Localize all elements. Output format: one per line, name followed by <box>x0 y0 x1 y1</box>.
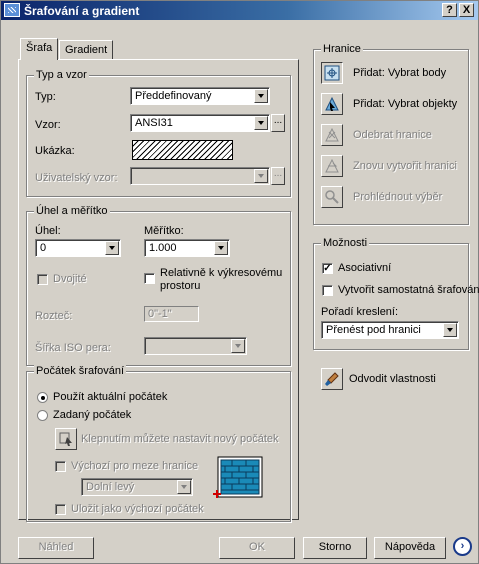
vychozi-checkbox[interactable] <box>55 461 66 472</box>
poradi-label: Pořadí kreslení: <box>321 306 399 318</box>
tab-srafa[interactable]: Šrafa <box>20 38 59 60</box>
vzor-select[interactable]: ANSI31 <box>130 114 270 132</box>
pouzit-label: Použít aktuální počátek <box>53 391 168 403</box>
magnifier-icon <box>325 190 339 204</box>
roztec-input[interactable]: 0"-1" <box>144 306 199 322</box>
chevron-down-icon[interactable] <box>231 339 245 353</box>
pridat-body-label: Přidat: Vybrat body <box>353 67 447 79</box>
chevron-down-icon[interactable] <box>254 169 268 183</box>
ok-button[interactable]: OK <box>219 537 295 559</box>
chevron-down-icon[interactable] <box>254 89 268 103</box>
group-label: Typ a vzor <box>34 69 89 81</box>
chevron-down-icon[interactable] <box>443 323 457 337</box>
typ-label: Typ: <box>35 91 56 103</box>
samostatna-label: Vytvořit samostatná šrafování <box>338 284 479 296</box>
pick-point-icon <box>59 432 72 446</box>
set-origin-button[interactable] <box>55 428 77 450</box>
typ-select[interactable]: Předdefinovaný <box>130 87 270 105</box>
vychozi-label: Výchozí pro meze hranice <box>71 460 199 472</box>
hatch-sample-preview[interactable] <box>132 140 233 160</box>
relativne-checkbox[interactable] <box>144 273 155 284</box>
asociativni-label: Asociativní <box>338 262 392 274</box>
help-title-button[interactable]: ? <box>442 3 457 17</box>
group-label: Možnosti <box>321 237 370 249</box>
recreate-boundary-icon <box>325 158 339 173</box>
app-icon <box>4 3 20 17</box>
samostatna-checkbox[interactable] <box>322 285 333 296</box>
uhel-value: 0 <box>40 242 47 254</box>
preview-button[interactable]: Náhled <box>18 537 94 559</box>
remove-boundaries-icon <box>325 127 339 142</box>
chevron-down-icon[interactable] <box>105 241 119 255</box>
dolni-select[interactable]: Dolní levý <box>81 478 193 496</box>
group-label: Hranice <box>321 43 363 55</box>
pouzit-radio[interactable] <box>37 392 48 403</box>
group-label: Úhel a měřítko <box>34 205 110 217</box>
ulozit-label: Uložit jako výchozí počátek <box>71 503 204 515</box>
uzivatelsky-select[interactable] <box>130 167 270 185</box>
origin-preview-icon <box>212 456 264 500</box>
help-button[interactable]: Nápověda <box>374 537 446 559</box>
more-options-icon[interactable]: › <box>453 537 472 556</box>
pick-points-button[interactable] <box>321 62 343 84</box>
relativne-label-2: prostoru <box>160 280 201 292</box>
close-button[interactable]: X <box>459 3 474 17</box>
meritko-select[interactable]: 1.000 <box>144 239 230 257</box>
group-label: Počátek šrafování <box>34 365 127 377</box>
hatch-gradient-dialog: Šrafování a gradient ? X Šrafa Gradient … <box>0 0 479 564</box>
chevron-down-icon[interactable] <box>254 116 268 130</box>
prohlednout-label: Prohlédnout výběr <box>353 191 443 203</box>
vzor-browse-button[interactable]: ... <box>271 114 285 132</box>
title-bar: Šrafování a gradient ? X <box>1 1 478 20</box>
window-title: Šrafování a gradient <box>24 4 140 18</box>
uzivatelsky-label: Uživatelský vzor: <box>35 172 118 184</box>
select-objects-button[interactable] <box>321 93 343 115</box>
pridat-objekty-label: Přidat: Vybrat objekty <box>353 98 458 110</box>
cancel-button[interactable]: Storno <box>303 537 367 559</box>
poradi-select[interactable]: Přenést pod hranici <box>321 321 459 339</box>
dolni-value: Dolní levý <box>86 481 135 493</box>
dvojite-label: Dvojité <box>53 273 87 285</box>
pick-points-icon <box>324 65 340 81</box>
ulozit-checkbox[interactable] <box>55 504 66 515</box>
dvojite-checkbox[interactable] <box>37 274 48 285</box>
asociativni-checkbox[interactable]: ✓ <box>322 263 333 274</box>
odebrat-label: Odebrat hranice <box>353 129 432 141</box>
recreate-boundary-button[interactable] <box>321 155 343 177</box>
meritko-label: Měřítko: <box>144 225 184 237</box>
typ-value: Předdefinovaný <box>135 90 212 102</box>
vzor-value: ANSI31 <box>135 117 173 129</box>
znovu-label: Znovu vytvořit hranici <box>353 160 457 172</box>
remove-boundaries-button[interactable] <box>321 124 343 146</box>
klepnutim-label: Klepnutím můžete nastavit nový počátek <box>81 433 279 445</box>
tab-gradient[interactable]: Gradient <box>59 40 114 60</box>
zadany-label: Zadaný počátek <box>53 409 132 421</box>
view-selection-button[interactable] <box>321 186 343 208</box>
select-objects-icon <box>325 96 339 111</box>
sirka-iso-label: Šířka ISO pera: <box>35 342 111 354</box>
sirka-iso-select[interactable] <box>144 337 247 355</box>
inherit-properties-button[interactable] <box>321 368 343 390</box>
vzor-label: Vzor: <box>35 119 61 131</box>
uhel-label: Úhel: <box>35 225 61 237</box>
odvodit-label: Odvodit vlastnosti <box>349 373 436 385</box>
roztec-label: Rozteč: <box>35 310 73 322</box>
zadany-radio[interactable] <box>37 410 48 421</box>
ukazka-label: Ukázka: <box>35 145 75 157</box>
uzivatelsky-browse-button[interactable]: ... <box>271 167 285 185</box>
relativne-label-1: Relativně k výkresovému <box>160 267 283 279</box>
chevron-down-icon[interactable] <box>177 480 191 494</box>
uhel-select[interactable]: 0 <box>35 239 121 257</box>
brush-icon <box>325 372 339 386</box>
chevron-down-icon[interactable] <box>214 241 228 255</box>
meritko-value: 1.000 <box>149 242 177 254</box>
poradi-value: Přenést pod hranici <box>326 324 421 336</box>
